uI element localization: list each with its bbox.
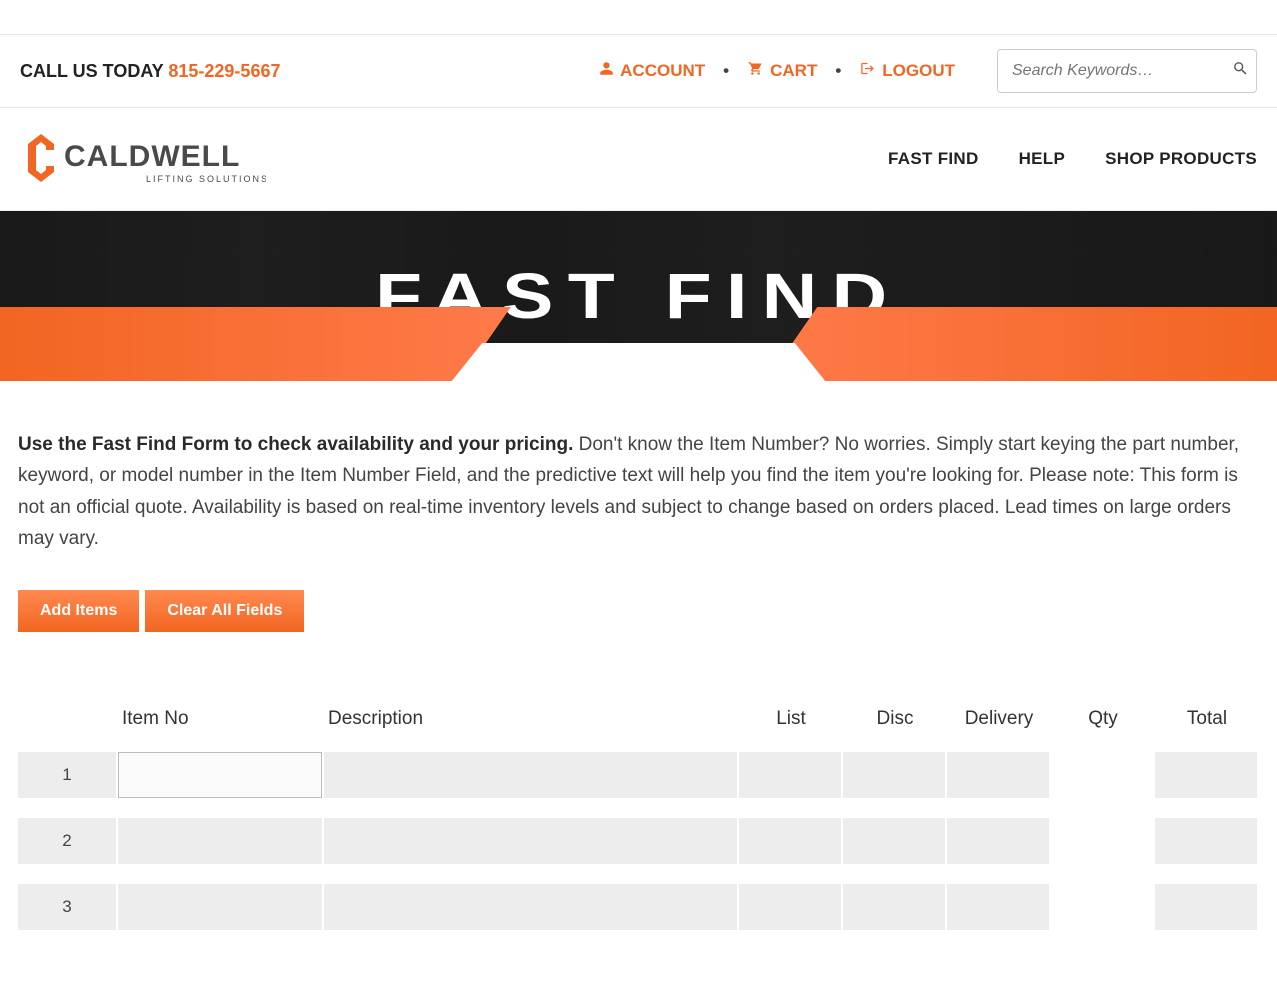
nav-shop-products[interactable]: SHOP PRODUCTS [1105, 149, 1257, 169]
intro-bold: Use the Fast Find Form to check availabi… [18, 434, 573, 455]
list-cell-cell [739, 752, 843, 798]
total-cell-cell [1155, 884, 1259, 930]
user-icon [599, 61, 614, 81]
search-icon [1232, 64, 1249, 81]
brand-logo[interactable]: CALDWELL LIFTING SOLUTIONS [16, 126, 266, 192]
qty-input[interactable] [1053, 752, 1153, 798]
col-header-disc: Disc [843, 708, 947, 732]
col-header-item-no: Item No [118, 708, 324, 732]
disc-cell-cell [843, 818, 947, 864]
col-header-blank [18, 708, 118, 732]
content-area: Use the Fast Find Form to check availabi… [0, 381, 1277, 990]
delivery-cell-cell [947, 818, 1051, 864]
description-cell-cell [324, 752, 739, 798]
item-no-input-cell [118, 752, 324, 798]
list-cell-cell [739, 884, 843, 930]
top-bar: CALL US TODAY 815-229-5667 ACCOUNT • CAR… [0, 34, 1277, 108]
total-cell-cell [1155, 818, 1259, 864]
logout-label: LOGOUT [882, 61, 955, 81]
item-no-input[interactable] [118, 884, 322, 930]
call-label: CALL US TODAY [20, 61, 168, 81]
nav-bar: CALDWELL LIFTING SOLUTIONS FAST FIND HEL… [0, 108, 1277, 211]
phone-number[interactable]: 815-229-5667 [168, 61, 280, 81]
fast-find-table-wrap: Item No Description List Disc Delivery Q… [18, 688, 1259, 950]
item-no-input[interactable] [118, 818, 322, 864]
qty-input-cell [1051, 818, 1155, 864]
qty-input[interactable] [1053, 884, 1153, 930]
logout-icon [859, 61, 876, 81]
item-no-input[interactable] [118, 752, 322, 798]
nav-fast-find[interactable]: FAST FIND [888, 149, 979, 169]
qty-input-cell [1051, 752, 1155, 798]
nav-help[interactable]: HELP [1019, 149, 1066, 169]
separator-dot: • [723, 61, 729, 81]
hero-accent-left [0, 307, 511, 381]
main-nav: FAST FIND HELP SHOP PRODUCTS [888, 149, 1257, 169]
call-us-text: CALL US TODAY 815-229-5667 [20, 61, 280, 82]
row-number: 3 [18, 884, 118, 930]
list-cell-cell [739, 818, 843, 864]
description-cell-cell [324, 884, 739, 930]
item-no-input-cell [118, 818, 324, 864]
cart-icon [747, 61, 764, 81]
col-header-description: Description [324, 708, 739, 732]
hero-notch [421, 343, 855, 419]
search-input[interactable] [997, 49, 1257, 93]
table-row: 3 [18, 884, 1259, 930]
item-no-input-cell [118, 884, 324, 930]
col-header-qty: Qty [1051, 708, 1155, 732]
disc-cell-cell [843, 752, 947, 798]
col-header-total: Total [1155, 708, 1259, 732]
cart-link[interactable]: CART [747, 61, 817, 81]
row-number: 1 [18, 752, 118, 798]
cart-label: CART [770, 61, 817, 81]
top-spacer [0, 0, 1277, 34]
col-header-list: List [739, 708, 843, 732]
table-row: 2 [18, 818, 1259, 864]
hero-banner: FAST FIND [0, 211, 1277, 381]
brand-name: CALDWELL [64, 140, 240, 173]
intro-text: Use the Fast Find Form to check availabi… [18, 429, 1259, 554]
search-box [997, 49, 1257, 93]
qty-input-cell [1051, 884, 1155, 930]
account-label: ACCOUNT [620, 61, 705, 81]
add-items-button[interactable]: Add Items [18, 590, 139, 632]
separator-dot: • [835, 61, 841, 81]
fast-find-table: Item No Description List Disc Delivery Q… [18, 688, 1259, 950]
clear-all-button[interactable]: Clear All Fields [145, 590, 304, 632]
description-cell-cell [324, 818, 739, 864]
delivery-cell-cell [947, 884, 1051, 930]
search-button[interactable] [1232, 60, 1249, 82]
qty-input[interactable] [1053, 818, 1153, 864]
brand-tagline: LIFTING SOLUTIONS [146, 174, 266, 184]
row-number: 2 [18, 818, 118, 864]
logout-link[interactable]: LOGOUT [859, 61, 955, 81]
account-link[interactable]: ACCOUNT [599, 61, 705, 81]
hero-accent-right [766, 307, 1277, 381]
top-links: ACCOUNT • CART • LOGOUT [599, 49, 1257, 93]
col-header-delivery: Delivery [947, 708, 1051, 732]
action-buttons: Add Items Clear All Fields [18, 590, 1259, 632]
total-cell-cell [1155, 752, 1259, 798]
table-row: 1 [18, 752, 1259, 798]
delivery-cell-cell [947, 752, 1051, 798]
disc-cell-cell [843, 884, 947, 930]
table-header-row: Item No Description List Disc Delivery Q… [18, 708, 1259, 732]
